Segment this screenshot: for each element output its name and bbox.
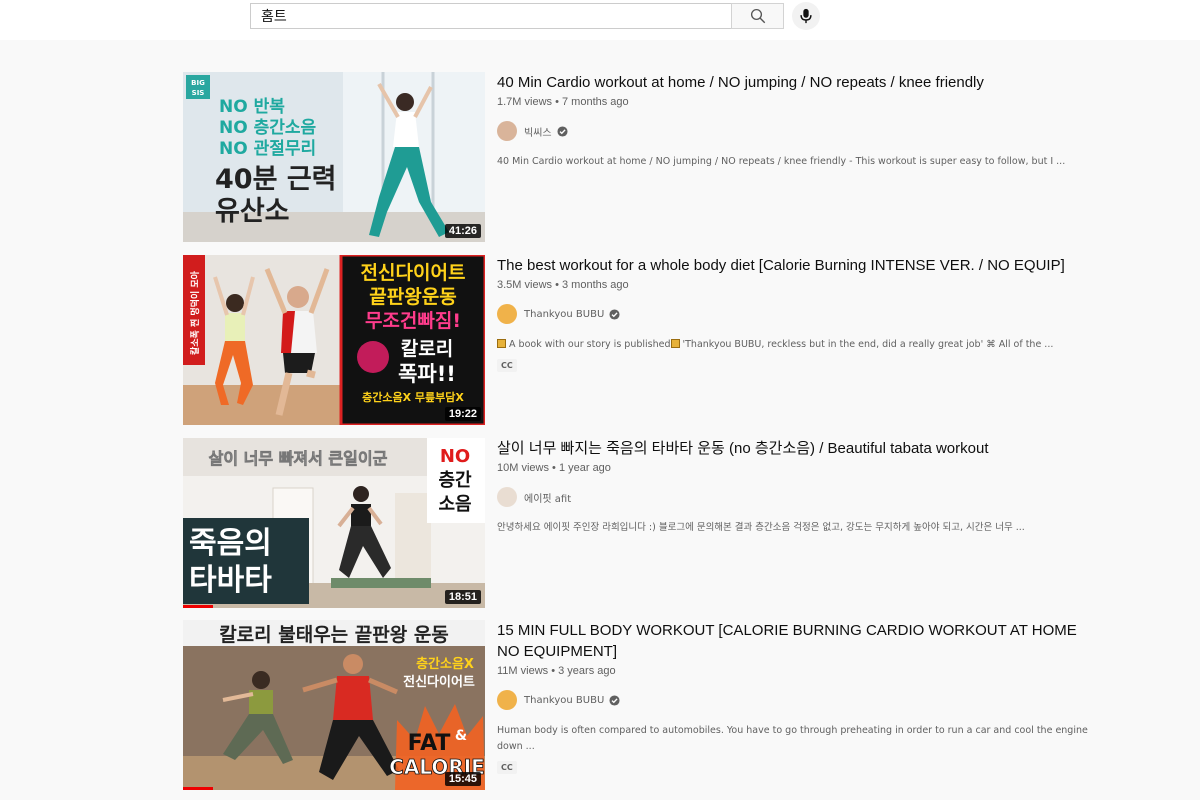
upload-age: 7 months ago — [562, 96, 629, 108]
channel-row[interactable]: Thankyou BUBU — [497, 304, 1103, 324]
video-meta: 10M views • 1 year ago — [497, 462, 611, 474]
search-input[interactable] — [251, 4, 731, 28]
thumb-text: 살이 너무 빠져서 큰일이군 — [209, 449, 388, 468]
thumb-text: NO — [440, 446, 470, 467]
thumb-text: 전신다이어트 — [403, 674, 475, 690]
watch-progress-bar — [183, 605, 214, 608]
video-title[interactable]: 40 Min Cardio workout at home / NO jumpi… — [497, 72, 1103, 93]
video-info: 40 Min Cardio workout at home / NO jumpi… — [497, 72, 1103, 170]
video-description: A book with our story is published 'Than… — [497, 337, 1097, 353]
book-emoji-icon — [497, 339, 506, 348]
channel-avatar[interactable] — [497, 121, 517, 141]
video-duration: 15:45 — [444, 772, 481, 786]
upload-age: 3 months ago — [562, 279, 629, 291]
thumb-text: 전신다이어트 — [361, 262, 466, 284]
video-info: The best workout for a whole body diet [… — [497, 255, 1103, 373]
thumb-text: NO 반복 — [219, 97, 285, 117]
channel-name[interactable]: Thankyou BUBU — [524, 695, 604, 706]
thumb-text: FAT — [408, 731, 451, 756]
video-info: 15 MIN FULL BODY WORKOUT [CALORIE BURNIN… — [497, 620, 1103, 775]
upload-age: 1 year ago — [558, 462, 611, 474]
video-result[interactable]: 칼로리 불태우는 끝판왕 운동 층간소음X 전신다이어트 FAT & CALOR… — [183, 620, 1103, 790]
thumb-text: 타바타 — [189, 563, 272, 598]
view-count: 3.5M views — [497, 279, 553, 291]
verified-badge-icon — [557, 125, 568, 137]
view-count: 10M views — [497, 462, 549, 474]
thumb-text: 죽음의 — [189, 526, 272, 561]
watch-progress-bar — [183, 787, 214, 790]
view-count: 11M views — [497, 665, 549, 677]
microphone-icon — [800, 8, 812, 24]
thumb-text: 층간소음X 무릎부담X — [362, 390, 464, 404]
channel-row[interactable]: 에이핏 afit — [497, 487, 1103, 507]
thumb-badge: BIG — [191, 79, 205, 87]
thumb-text: 칼로리 불태우는 끝판왕 운동 — [219, 624, 449, 646]
thumb-text: NO 관절무리 — [219, 138, 316, 159]
channel-name[interactable]: 에이핏 afit — [524, 490, 571, 505]
voice-search-button[interactable] — [792, 2, 820, 30]
top-bar — [0, 0, 1200, 40]
svg-text:SIS: SIS — [192, 89, 205, 97]
thumb-text: 칼소폭 찐 멍덕이 모아 — [189, 270, 201, 355]
thumb-text: 칼로리 — [401, 338, 453, 360]
video-meta: 1.7M views • 7 months ago — [497, 96, 629, 108]
video-meta: 11M views • 3 years ago — [497, 665, 616, 677]
thumb-text: 무조건빠짐! — [365, 310, 461, 332]
channel-row[interactable]: Thankyou BUBU — [497, 690, 1103, 710]
thumb-text: 40분 근력 — [215, 164, 337, 195]
thumb-text: 폭파!! — [398, 362, 456, 386]
channel-row[interactable]: 빅씨스 — [497, 121, 1103, 141]
channel-name[interactable]: Thankyou BUBU — [524, 309, 604, 320]
video-meta: 3.5M views • 3 months ago — [497, 279, 629, 291]
video-duration: 19:22 — [444, 407, 481, 421]
video-info: 살이 너무 빠지는 죽음의 타바타 운동 (no 층간소음) / Beautif… — [497, 438, 1103, 536]
video-result[interactable]: BIG SIS NO 반복 NO 층간소음 NO 관절무리 40분 근력 유산소… — [183, 72, 1103, 242]
search-box[interactable] — [250, 3, 732, 29]
video-duration: 18:51 — [444, 590, 481, 604]
video-result[interactable]: 칼소폭 찐 멍덕이 모아 전신다이어트 끝판왕운동 무조건빠짐! 칼로리 폭파!… — [183, 255, 1103, 425]
channel-avatar[interactable] — [497, 690, 517, 710]
view-count: 1.7M views — [497, 96, 553, 108]
cc-badge: CC — [497, 761, 517, 774]
thumb-text: 층간소음X — [416, 656, 474, 672]
video-title[interactable]: The best workout for a whole body diet [… — [497, 255, 1103, 276]
verified-badge-icon — [609, 694, 620, 706]
thumb-text: 유산소 — [215, 196, 290, 227]
cc-badge: CC — [497, 359, 517, 372]
search-button[interactable] — [731, 3, 784, 29]
search-icon — [750, 8, 765, 24]
video-title[interactable]: 살이 너무 빠지는 죽음의 타바타 운동 (no 층간소음) / Beautif… — [497, 438, 1103, 459]
video-duration: 41:26 — [444, 224, 481, 238]
thumb-text: 층간 — [438, 470, 472, 491]
video-description: Human body is often compared to automobi… — [497, 725, 1088, 752]
thumb-text: & — [455, 728, 467, 744]
video-thumbnail[interactable]: 칼로리 불태우는 끝판왕 운동 층간소음X 전신다이어트 FAT & CALOR… — [183, 620, 485, 790]
channel-name[interactable]: 빅씨스 — [524, 124, 552, 139]
thumb-text: 소음 — [438, 494, 471, 515]
video-thumbnail[interactable]: BIG SIS NO 반복 NO 층간소음 NO 관절무리 40분 근력 유산소… — [183, 72, 485, 242]
video-description: 40 Min Cardio workout at home / NO jumpi… — [497, 156, 1066, 167]
verified-badge-icon — [609, 308, 620, 320]
upload-age: 3 years ago — [558, 665, 616, 677]
video-result[interactable]: 살이 너무 빠져서 큰일이군 NO 층간 소음 죽음의 타바타 18:51 살이… — [183, 438, 1103, 608]
video-description: 안녕하세요 에이핏 주인장 라희입니다 :) 블로그에 문의해본 결과 층간소음… — [497, 522, 1025, 533]
book-emoji-icon — [670, 339, 680, 348]
thumb-text: 끝판왕운동 — [369, 286, 456, 308]
video-title[interactable]: 15 MIN FULL BODY WORKOUT [CALORIE BURNIN… — [497, 620, 1103, 662]
video-thumbnail[interactable]: 칼소폭 찐 멍덕이 모아 전신다이어트 끝판왕운동 무조건빠짐! 칼로리 폭파!… — [183, 255, 485, 425]
thumb-text: NO 층간소음 — [219, 118, 317, 138]
video-thumbnail[interactable]: 살이 너무 빠져서 큰일이군 NO 층간 소음 죽음의 타바타 18:51 — [183, 438, 485, 608]
channel-avatar[interactable] — [497, 304, 517, 324]
channel-avatar[interactable] — [497, 487, 517, 507]
